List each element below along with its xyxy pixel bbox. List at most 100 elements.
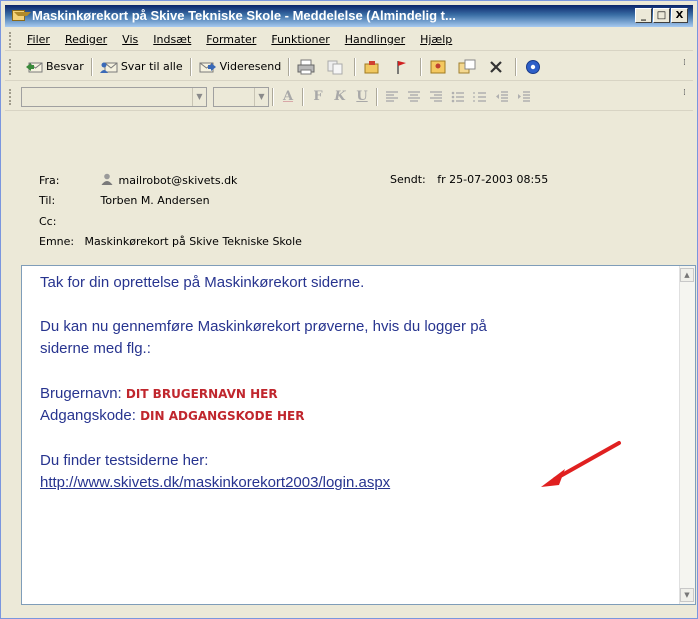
- maximize-button[interactable]: □: [653, 8, 670, 23]
- reply-all-button[interactable]: Svar til alle: [96, 56, 187, 78]
- align-left-icon: [386, 90, 398, 102]
- font-size-combo[interactable]: ▼: [213, 86, 269, 107]
- menu-filer[interactable]: Filer: [21, 33, 59, 46]
- align-right-icon: [430, 90, 442, 102]
- help-icon: [524, 59, 542, 75]
- body-line-thanks: Tak for din oprettelse på Maskinkørekort…: [40, 274, 365, 291]
- body-line-instructions-cont: siderne med flg.:: [40, 340, 151, 357]
- align-right-button[interactable]: [425, 86, 447, 108]
- move-to-folder-button[interactable]: [359, 56, 388, 78]
- sent-label: Sendt:: [390, 173, 426, 186]
- username-placeholder: DIT BRUGERNAVN HER: [125, 387, 278, 401]
- to-value[interactable]: Torben M. Andersen: [101, 194, 210, 207]
- cc-label: Cc:: [39, 215, 57, 228]
- align-center-icon: [408, 90, 420, 102]
- italic-button[interactable]: K: [329, 86, 351, 108]
- delete-button[interactable]: [483, 56, 512, 78]
- help-button[interactable]: [520, 56, 549, 78]
- style-combo[interactable]: ▼: [21, 86, 207, 107]
- body-line-instructions: Du kan nu gennemføre Maskinkørekort prøv…: [40, 318, 487, 335]
- subject-row: Emne: Maskinkørekort på Skive Tekniske S…: [39, 235, 302, 248]
- reply-all-label: Svar til alle: [120, 60, 183, 73]
- toolbar-grip[interactable]: [9, 88, 13, 105]
- toolbar-separator: [189, 57, 192, 76]
- subject-label: Emne:: [39, 235, 75, 248]
- flag-icon: [392, 59, 410, 75]
- body-line-find: Du finder testsiderne her:: [40, 452, 209, 469]
- toolbar-separator: [354, 57, 357, 76]
- reply-icon: [25, 59, 43, 75]
- reply-all-icon: [99, 59, 118, 75]
- align-center-button[interactable]: [403, 86, 425, 108]
- print-button[interactable]: [293, 56, 322, 78]
- move-icon: [458, 59, 476, 75]
- indent-icon: [518, 90, 530, 102]
- login-link[interactable]: http://www.skivets.dk/maskinkorekort2003…: [40, 474, 390, 491]
- to-label: Til:: [39, 194, 56, 207]
- menu-bar: Filer Rediger Vis Indsæt Formater Funkti…: [5, 29, 693, 51]
- copy-button[interactable]: [322, 56, 351, 78]
- message-body[interactable]: Tak for din oprettelse på Maskinkørekort…: [21, 265, 696, 605]
- from-value[interactable]: mailrobot@skivets.dk: [119, 174, 238, 187]
- forward-button[interactable]: Videresend: [195, 56, 286, 78]
- username-label: Brugernavn:: [40, 385, 122, 402]
- red-arrow-icon: [541, 441, 621, 487]
- window-controls: _ □ X: [635, 8, 688, 23]
- underline-button[interactable]: U: [351, 86, 373, 108]
- toolbar-chevron-icon[interactable]: ⁞: [683, 58, 691, 76]
- toolbar-separator: [90, 57, 93, 76]
- toolbar-separator: [272, 87, 274, 106]
- bullets-button[interactable]: [447, 86, 469, 108]
- menu-handlinger[interactable]: Handlinger: [339, 33, 414, 46]
- increase-indent-button[interactable]: [513, 86, 535, 108]
- close-button[interactable]: X: [671, 8, 688, 23]
- move-folder-icon: [363, 59, 381, 75]
- menu-funktioner[interactable]: Funktioner: [265, 33, 338, 46]
- menu-formater[interactable]: Formater: [200, 33, 265, 46]
- from-value-wrap: mailrobot@skivets.dk: [101, 173, 238, 187]
- menu-vis[interactable]: Vis: [116, 33, 147, 46]
- address-book-button[interactable]: [425, 56, 454, 78]
- toolbar-separator: [420, 57, 423, 76]
- username-row: Brugernavn: DIT BRUGERNAVN HER: [40, 385, 278, 402]
- numbered-list-icon: [473, 91, 486, 102]
- toolbar-separator: [515, 57, 518, 76]
- formatting-toolbar: ▼ ▼ A F K U ⁞: [5, 83, 693, 111]
- cc-row: Cc:: [39, 215, 81, 228]
- bullet-list-icon: [451, 91, 464, 102]
- message-window: Maskinkørekort på Skive Tekniske Skole -…: [0, 0, 698, 619]
- menu-rediger[interactable]: Rediger: [59, 33, 116, 46]
- to-row: Til: Torben M. Andersen: [39, 194, 210, 207]
- copy-icon: [326, 59, 344, 75]
- decrease-indent-button[interactable]: [491, 86, 513, 108]
- scroll-up-button[interactable]: ▲: [680, 268, 694, 282]
- menu-hjaelp[interactable]: Hjælp: [414, 33, 461, 46]
- scroll-down-button[interactable]: ▼: [680, 588, 694, 602]
- subject-value: Maskinkørekort på Skive Tekniske Skole: [84, 235, 302, 248]
- sent-row: Sendt: fr 25-07-2003 08:55: [390, 173, 548, 186]
- password-row: Adgangskode: DIN ADGANGSKODE HER: [40, 407, 304, 424]
- vertical-scrollbar[interactable]: ▲ ▼: [679, 266, 695, 604]
- toolbar-separator: [302, 87, 304, 106]
- toolbar-chevron-icon[interactable]: ⁞: [683, 88, 691, 106]
- toolbar-grip[interactable]: [9, 31, 13, 48]
- font-color-button[interactable]: A: [277, 86, 299, 108]
- envelope-icon: [12, 10, 31, 21]
- standard-toolbar: Besvar Svar til alle Videresend ⁞: [5, 53, 693, 81]
- chevron-down-icon: ▼: [254, 87, 268, 106]
- address-book-icon: [429, 59, 447, 75]
- from-row: Fra: mailrobot@skivets.dk: [39, 173, 237, 187]
- printer-icon: [297, 59, 315, 75]
- delete-icon: [487, 59, 505, 75]
- bold-button[interactable]: F: [307, 86, 329, 108]
- flag-button[interactable]: [388, 56, 417, 78]
- minimize-button[interactable]: _: [635, 8, 652, 23]
- person-icon: [101, 173, 115, 185]
- align-left-button[interactable]: [381, 86, 403, 108]
- numbering-button[interactable]: [469, 86, 491, 108]
- toolbar-grip[interactable]: [9, 58, 13, 75]
- move-button[interactable]: [454, 56, 483, 78]
- reply-button[interactable]: Besvar: [21, 56, 88, 78]
- title-bar[interactable]: Maskinkørekort på Skive Tekniske Skole -…: [5, 5, 693, 27]
- menu-indsaet[interactable]: Indsæt: [147, 33, 200, 46]
